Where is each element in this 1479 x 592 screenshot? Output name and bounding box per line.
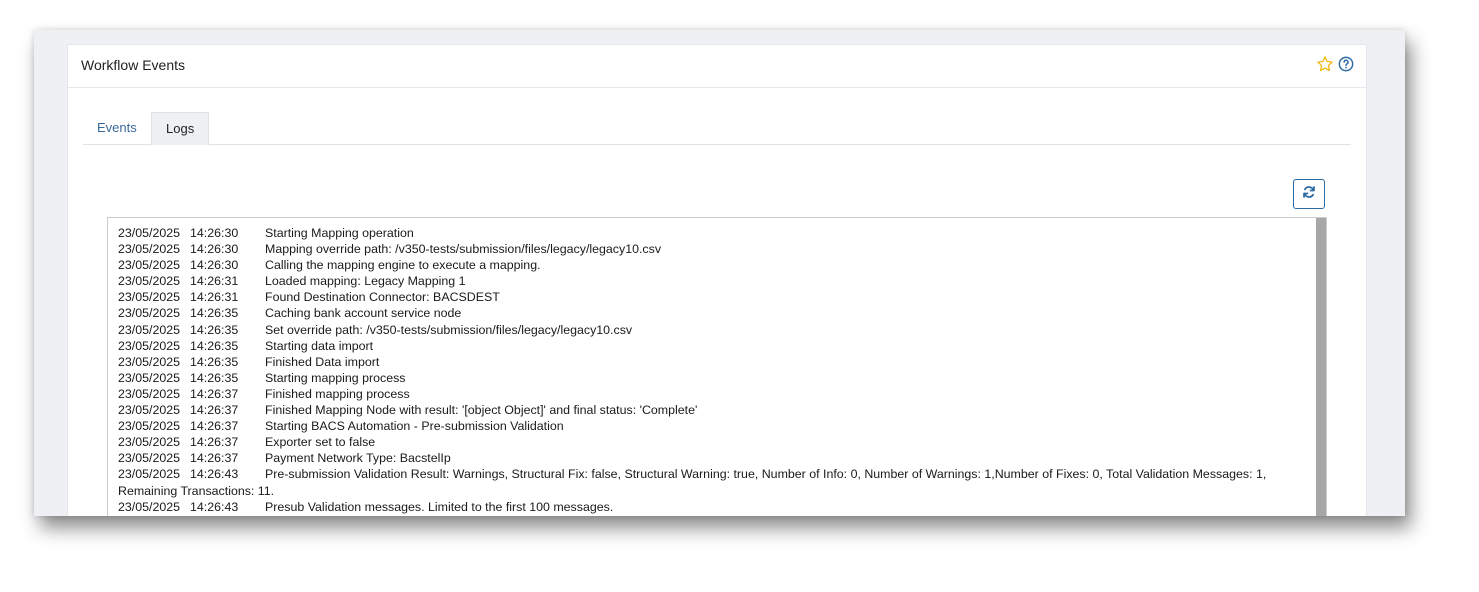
log-message: Set override path: /v350-tests/submissio…	[265, 322, 633, 337]
log-date: 23/05/2025	[118, 370, 181, 385]
log-date: 23/05/2025	[118, 242, 181, 257]
log-entry: 23/05/2025 14:26:30 Calling the mapping en…	[118, 257, 1303, 273]
log-time: 14:26:37	[190, 435, 239, 450]
log-time: 14:26:35	[190, 354, 239, 369]
log-time: 14:26:30	[190, 226, 239, 240]
log-entry: 23/05/2025 14:26:35 Caching bank account s…	[118, 305, 1303, 321]
log-entry: 23/05/2025 14:26:35 Finished Data import	[118, 354, 1303, 370]
log-date: 23/05/2025	[118, 306, 181, 321]
log-date: 23/05/2025	[118, 419, 181, 434]
log-date: 23/05/2025	[118, 274, 181, 289]
log-message: Starting Mapping operation	[265, 226, 414, 240]
log-time: 14:26:35	[190, 322, 239, 337]
log-time: 14:26:37	[190, 403, 239, 418]
card-header: Workflow Events	[68, 45, 1366, 88]
log-time: 14:26:43	[190, 467, 239, 482]
log-entry: 23/05/2025 14:26:30 Mapping override path:…	[118, 241, 1303, 257]
log-date: 23/05/2025	[118, 467, 181, 482]
log-message: Finished mapping process	[265, 386, 410, 401]
log-time: 14:26:35	[190, 338, 239, 353]
log-entry: 23/05/2025 14:26:35 Starting data import	[118, 338, 1303, 354]
log-entry: 23/05/2025 14:26:37 Exporter set to false	[118, 434, 1303, 450]
log-message: Starting data import	[265, 338, 374, 353]
log-date: 23/05/2025	[118, 435, 181, 450]
log-message: Pre-submission Validation Result: Warnin…	[118, 467, 1267, 498]
log-entry: 23/05/2025 14:26:35 Set override path: /v3…	[118, 322, 1303, 338]
log-date: 23/05/2025	[118, 403, 181, 418]
log-message: Exporter set to false	[265, 435, 376, 450]
refresh-button[interactable]	[1293, 179, 1325, 209]
log-message: Loaded mapping: Legacy Mapping 1	[265, 274, 466, 289]
help-icon[interactable]	[1338, 56, 1354, 72]
log-date: 23/05/2025	[118, 386, 181, 401]
log-date: 23/05/2025	[118, 322, 181, 337]
log-entry: 23/05/2025 14:26:31 Found Destination Conn…	[118, 289, 1303, 305]
log-entry: 23/05/2025 14:26:37 Finished mapping proce…	[118, 386, 1303, 402]
log-entry: 23/05/2025 14:26:35 Starting mapping proce…	[118, 370, 1303, 386]
log-message: Finished Mapping Node with result: '[obj…	[265, 403, 698, 418]
log-entry: 23/05/2025 14:26:37 Payment Network Type: …	[118, 450, 1303, 466]
tab-events[interactable]: Events	[83, 112, 151, 144]
log-entry: 23/05/2025 14:26:37 Starting BACS Automati…	[118, 418, 1303, 434]
refresh-icon	[1302, 185, 1316, 204]
log-message: Found Destination Connector: BACSDEST	[265, 290, 500, 305]
log-message: Caching bank account service node	[265, 306, 462, 321]
log-message: Mapping override path: /v350-tests/submi…	[265, 242, 662, 257]
log-date: 23/05/2025	[118, 451, 181, 466]
log-time: 14:26:31	[190, 290, 239, 305]
log-message: Presub Validation messages. Limited to t…	[265, 499, 614, 514]
log-entry: 23/05/2025 14:26:31 Loaded mapping: Legacy…	[118, 273, 1303, 289]
log-time: 14:26:37	[190, 419, 239, 434]
log-message: Starting mapping process	[265, 370, 406, 385]
tab-logs[interactable]: Logs	[151, 112, 210, 145]
page-title: Workflow Events	[81, 57, 185, 73]
star-icon[interactable]	[1316, 55, 1334, 73]
log-entry: 23/05/2025 14:26:37 Finished Mapping Node …	[118, 402, 1303, 418]
log-panel[interactable]: 23/05/2025 14:26:30 Starting Mapping opera…	[107, 217, 1327, 516]
log-date: 23/05/2025	[118, 354, 181, 369]
log-time: 14:26:43	[190, 499, 239, 514]
header-actions	[1316, 55, 1354, 73]
log-entry: 23/05/2025 14:26:30 Starting Mapping opera…	[118, 225, 1303, 241]
log-scrollbar[interactable]	[1316, 218, 1326, 516]
workflow-events-card: Workflow Events Events Logs 23/05/2025 1…	[67, 44, 1367, 516]
log-message: Starting BACS Automation - Pre-submissio…	[265, 419, 564, 434]
log-entry: 23/05/2025 14:26:43 Pre-submission Validat…	[118, 466, 1303, 498]
log-time: 14:26:30	[190, 258, 239, 273]
log-time: 14:26:31	[190, 274, 239, 289]
log-date: 23/05/2025	[118, 226, 181, 240]
log-date: 23/05/2025	[118, 499, 181, 514]
window-frame: Workflow Events Events Logs 23/05/2025 1…	[34, 30, 1405, 516]
log-time: 14:26:35	[190, 370, 239, 385]
log-time: 14:26:35	[190, 306, 239, 321]
log-message: Payment Network Type: BacstelIp	[265, 451, 451, 466]
log-message: Calling the mapping engine to execute a …	[265, 258, 541, 273]
tab-bar: Events Logs	[83, 112, 1351, 145]
log-date: 23/05/2025	[118, 290, 181, 305]
log-message: Finished Data import	[265, 354, 380, 369]
log-date: 23/05/2025	[118, 338, 181, 353]
log-time: 14:26:37	[190, 451, 239, 466]
log-list: 23/05/2025 14:26:30 Starting Mapping opera…	[118, 225, 1303, 515]
log-time: 14:26:37	[190, 386, 239, 401]
log-time: 14:26:30	[190, 242, 239, 257]
log-entry: 23/05/2025 14:26:43 Presub Validation mess…	[118, 499, 1303, 515]
log-date: 23/05/2025	[118, 258, 181, 273]
